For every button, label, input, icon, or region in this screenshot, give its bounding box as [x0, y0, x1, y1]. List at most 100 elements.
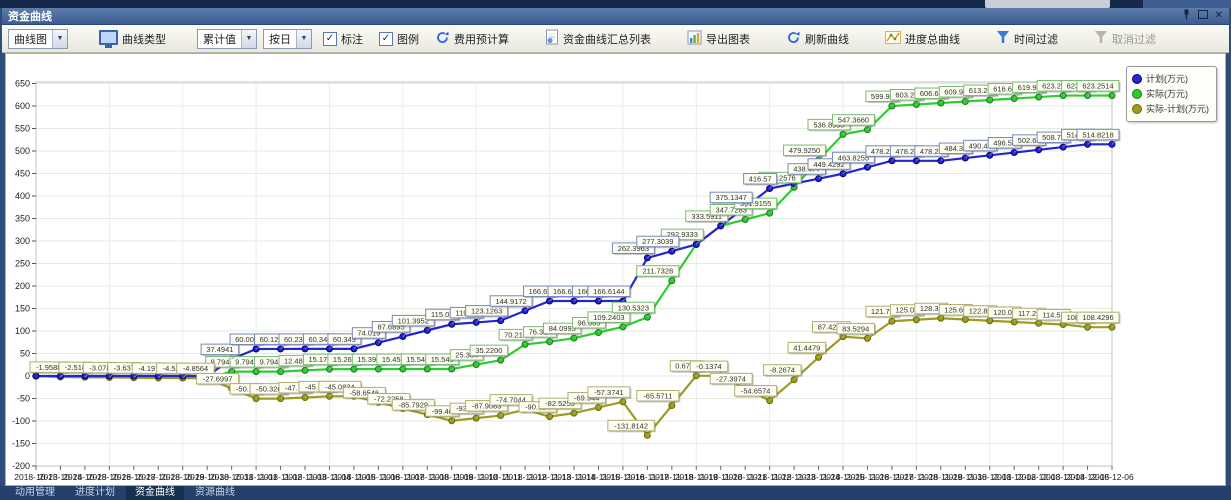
window-title: 资金曲线	[8, 11, 52, 23]
curve-type-label: 曲线类型	[122, 33, 166, 46]
series-labels-1: 9.7944 9.7944 9.7944 12.482 15.170 15.265 15.3…	[205, 80, 1121, 372]
svg-text:0: 0	[25, 371, 30, 381]
tab-1[interactable]: 进度计划	[66, 486, 124, 500]
svg-text:2018-12-06: 2018-12-06	[1090, 472, 1134, 482]
svg-text:211.7328: 211.7328	[642, 267, 673, 276]
legend-item-0: 计划(万元)	[1132, 72, 1209, 85]
svg-text:-4.197: -4.197	[138, 364, 159, 373]
svg-text:-85.7929: -85.7929	[398, 401, 428, 410]
toolbar: 曲线图 ▼ 曲线类型 累计值 ▼ 按日 ▼ ✓ 标注 ✓ 图例 费用预计算 资金…	[2, 25, 1229, 53]
svg-text:200: 200	[15, 281, 30, 291]
legend-item-1: 实际(万元)	[1132, 87, 1209, 100]
svg-text:350: 350	[15, 214, 30, 224]
time-filter-label: 时间过滤	[1014, 33, 1058, 46]
svg-text:-4.8564: -4.8564	[183, 364, 208, 373]
legend-checkbox[interactable]: ✓ 图例	[374, 29, 424, 49]
legend-label: 图例	[397, 33, 419, 46]
titlebar: 资金曲线 ✕	[2, 8, 1229, 25]
curve-type-button[interactable]: 曲线类型	[94, 28, 171, 50]
svg-text:35.2200: 35.2200	[475, 346, 502, 355]
svg-text:84.0993: 84.0993	[549, 324, 576, 333]
chart-legend: 计划(万元) 实际(万元) 实际-计划(万元)	[1126, 66, 1217, 122]
svg-text:450: 450	[15, 169, 30, 179]
svg-text:-27.3974: -27.3974	[716, 374, 746, 383]
svg-text:-100: -100	[12, 416, 30, 426]
svg-text:-2.518: -2.518	[65, 363, 86, 372]
curve-chart-dropdown-label: 曲线图	[14, 33, 47, 46]
background-window-fragment	[985, 0, 1110, 8]
precalc-button[interactable]: 费用预计算	[430, 28, 514, 50]
tab-0[interactable]: 动用管理	[6, 486, 64, 500]
legend-marker-icon	[1132, 103, 1142, 114]
svg-text:650: 650	[15, 79, 30, 89]
by-day-dropdown[interactable]: 按日 ▼	[263, 28, 312, 49]
close-icon[interactable]: ✕	[1215, 11, 1223, 21]
curve-chart-dropdown[interactable]: 曲线图 ▼	[8, 28, 68, 49]
svg-text:50: 50	[20, 349, 30, 359]
svg-text:150: 150	[15, 304, 30, 314]
svg-text:108.4296: 108.4296	[1082, 313, 1113, 322]
svg-text:375.1347: 375.1347	[716, 193, 747, 202]
cancel-filter-label: 取消过滤	[1112, 33, 1156, 46]
maximize-icon[interactable]	[1197, 10, 1208, 22]
svg-text:-0.1374: -0.1374	[696, 362, 721, 371]
legend-marker-icon	[1132, 88, 1142, 99]
refresh-icon	[435, 30, 450, 48]
export-chart-label: 导出图表	[706, 33, 750, 46]
svg-text:-54.6574: -54.6574	[741, 387, 771, 396]
svg-text:500: 500	[15, 146, 30, 156]
svg-text:-57.3741: -57.3741	[594, 388, 624, 397]
chevron-down-icon: ▼	[296, 29, 311, 48]
refresh-curve-button[interactable]: 刷新曲线	[781, 28, 854, 50]
progress-curve-button[interactable]: 进度总曲线	[880, 29, 965, 49]
checkbox-checked-icon: ✓	[379, 31, 393, 46]
tab-3[interactable]: 资源曲线	[186, 486, 244, 500]
refresh-icon	[786, 30, 801, 48]
chevron-down-icon: ▼	[241, 29, 256, 48]
svg-text:-99.46: -99.46	[432, 407, 453, 416]
progress-curve-label: 进度总曲线	[905, 33, 960, 46]
svg-text:41.4479: 41.4479	[793, 343, 820, 352]
legend-label: 实际(万元)	[1146, 89, 1188, 99]
refresh-curve-label: 刷新曲线	[805, 33, 849, 46]
svg-text:-3.637: -3.637	[114, 364, 135, 373]
svg-text:100: 100	[15, 326, 30, 336]
bar-chart-icon	[687, 30, 702, 48]
chart-svg: -200 -150 -100 -50 0 50 100 150 200 250 300 350 400 4…	[12, 79, 1134, 483]
svg-text:123.1263: 123.1263	[471, 307, 502, 316]
svg-text:479.9250: 479.9250	[789, 146, 820, 155]
svg-text:-131.8142: -131.8142	[614, 421, 648, 430]
window-controls: ✕	[1182, 9, 1223, 23]
svg-text:-27.6997: -27.6997	[203, 374, 233, 383]
svg-text:-65.5711: -65.5711	[643, 392, 672, 401]
bottom-tabbar: 动用管理 进度计划 资金曲线 资源曲线	[0, 486, 1231, 500]
svg-text:416.57: 416.57	[749, 175, 772, 184]
monitor-icon	[99, 29, 118, 48]
annotate-checkbox[interactable]: ✓ 标注	[318, 29, 368, 49]
pin-icon[interactable]	[1182, 9, 1191, 23]
svg-text:-3.078: -3.078	[89, 363, 110, 372]
svg-text:600: 600	[15, 101, 30, 111]
by-day-dropdown-label: 按日	[269, 33, 291, 46]
outer-frame-strip	[0, 0, 1231, 8]
summary-list-button[interactable]: 资金曲线汇总列表	[540, 27, 656, 50]
svg-text:-50: -50	[17, 394, 30, 404]
legend-label: 实际-计划(万元)	[1146, 104, 1209, 114]
svg-text:250: 250	[15, 259, 30, 269]
legend-label: 计划(万元)	[1146, 74, 1188, 84]
legend-marker-icon	[1132, 73, 1142, 84]
svg-text:166.6144: 166.6144	[593, 287, 624, 296]
svg-text:400: 400	[15, 191, 30, 201]
precalc-label: 费用预计算	[454, 33, 509, 46]
svg-text:-1.9588: -1.9588	[36, 363, 61, 372]
svg-text:130.5323: 130.5323	[618, 303, 649, 312]
export-chart-button[interactable]: 导出图表	[682, 28, 755, 50]
document-icon	[545, 29, 559, 48]
svg-text:37.4941: 37.4941	[206, 345, 233, 354]
tab-2[interactable]: 资金曲线	[126, 486, 184, 500]
svg-text:-8.2674: -8.2674	[770, 366, 795, 375]
cumulative-dropdown[interactable]: 累计值 ▼	[197, 28, 257, 49]
svg-text:83.5294: 83.5294	[842, 324, 869, 333]
time-filter-button[interactable]: 时间过滤	[991, 28, 1063, 49]
legend-item-2: 实际-计划(万元)	[1132, 102, 1209, 115]
